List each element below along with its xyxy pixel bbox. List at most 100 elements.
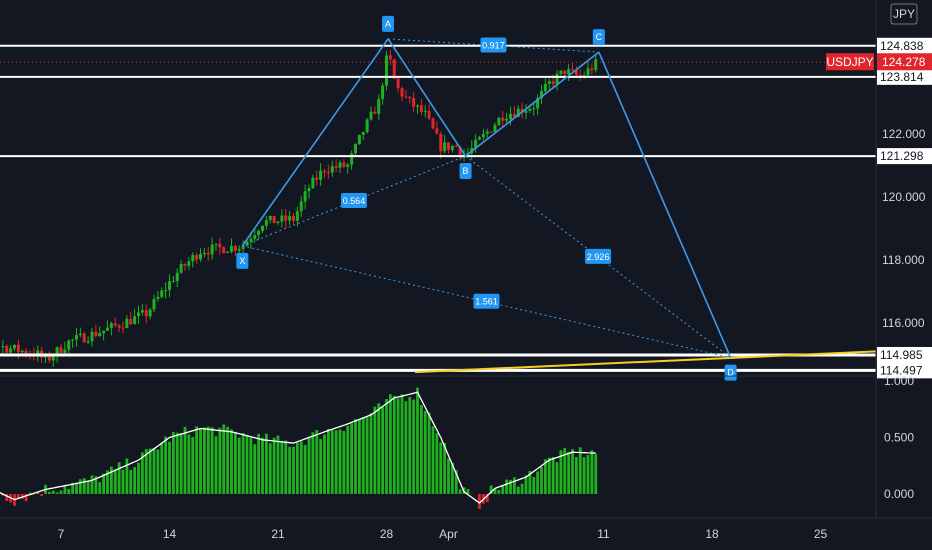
- oscillator-tick-label: 1.000: [884, 374, 914, 388]
- oscillator-bar: [218, 427, 222, 494]
- oscillator-bar: [582, 457, 586, 494]
- candle-body: [567, 69, 571, 75]
- oscillator-bar: [202, 427, 206, 494]
- oscillator-bar: [226, 426, 230, 494]
- oscillator-tick-label: 0.000: [884, 487, 914, 501]
- oscillator-bar: [237, 437, 241, 494]
- oscillator-bar: [361, 417, 365, 494]
- oscillator-bar: [40, 494, 44, 497]
- candle-body: [233, 245, 237, 251]
- oscillator-bar: [400, 394, 404, 494]
- point-label: B: [463, 166, 469, 176]
- oscillator-bar: [555, 462, 559, 494]
- candle-body: [528, 108, 532, 111]
- oscillator-bar: [257, 433, 261, 494]
- oscillator-bar: [276, 435, 280, 494]
- oscillator-bar: [160, 442, 164, 494]
- oscillator-bar: [357, 419, 361, 494]
- candle-body: [319, 170, 323, 180]
- candle-body: [187, 261, 191, 266]
- candle-body: [350, 153, 354, 165]
- oscillator-bar: [547, 457, 551, 494]
- ratio-label: 0.917: [482, 40, 505, 50]
- time-tick-label: 25: [814, 527, 828, 541]
- oscillator-bar: [326, 428, 330, 494]
- candle-body: [117, 325, 121, 328]
- candle-body: [137, 312, 140, 317]
- candle-body: [199, 253, 202, 260]
- price-tick-label: 116.000: [882, 316, 925, 330]
- oscillator-tick-label: 0.500: [884, 431, 914, 445]
- candle-body: [140, 310, 144, 313]
- oscillator-bar: [86, 481, 90, 494]
- oscillator-bar: [175, 432, 179, 494]
- oscillator-bar: [365, 417, 369, 494]
- oscillator-bar: [199, 428, 202, 494]
- oscillator-bar: [350, 423, 354, 494]
- oscillator-bar: [82, 478, 86, 494]
- level-value-label: 123.814: [880, 70, 924, 84]
- candle-body: [497, 117, 501, 126]
- candle-body: [416, 105, 419, 107]
- oscillator-bar: [419, 405, 423, 494]
- candle-body: [346, 164, 350, 167]
- oscillator-bar: [206, 426, 210, 494]
- oscillator-bar: [264, 433, 268, 494]
- oscillator-bar: [385, 399, 388, 494]
- chart-canvas[interactable]: 0.9170.5642.9261.561XABCD 122.000120.000…: [0, 0, 932, 550]
- oscillator-bar: [578, 447, 582, 494]
- oscillator-bar: [443, 443, 447, 494]
- candle-body: [334, 166, 338, 168]
- oscillator-bar: [90, 475, 94, 494]
- oscillator-bar: [567, 451, 571, 494]
- candle-body: [295, 211, 299, 221]
- oscillator-bar: [272, 437, 276, 494]
- candle-body: [357, 134, 361, 145]
- candle-body: [113, 323, 117, 326]
- candle-body: [284, 215, 288, 221]
- candle-body: [16, 344, 20, 352]
- oscillator-bar: [458, 489, 462, 494]
- level-value-label: 121.298: [880, 149, 924, 163]
- time-tick-label: 28: [380, 527, 394, 541]
- candle-body: [423, 111, 427, 113]
- ratio-label: 2.926: [587, 252, 610, 262]
- oscillator-bar: [396, 398, 400, 494]
- candle-body: [148, 309, 152, 317]
- candle-body: [261, 225, 264, 231]
- oscillator-bar: [388, 394, 392, 494]
- oscillator-bar: [447, 458, 450, 494]
- oscillator-bar: [78, 479, 82, 494]
- oscillator-bar: [586, 454, 590, 494]
- candle-body: [230, 245, 233, 252]
- candle-body: [175, 272, 179, 282]
- oscillator-bar: [536, 471, 540, 494]
- oscillator-bar: [187, 434, 191, 494]
- candle-body: [481, 133, 485, 138]
- candle-body: [377, 99, 381, 114]
- candle-body: [559, 70, 563, 74]
- oscillator-bar: [63, 486, 67, 494]
- point-label: C: [596, 32, 603, 42]
- oscillator-bar: [148, 448, 152, 494]
- candle-body: [385, 55, 388, 86]
- oscillator-bar: [210, 427, 214, 494]
- oscillator-bar: [222, 424, 226, 494]
- candle-body: [427, 111, 431, 119]
- oscillator-bar: [156, 449, 160, 494]
- price-tick-label: 118.000: [882, 253, 925, 267]
- candle-body: [586, 68, 590, 76]
- candle-body: [86, 341, 90, 343]
- candle-body: [71, 339, 75, 341]
- candle-body: [555, 73, 559, 85]
- candle-body: [571, 69, 574, 71]
- candle-body: [532, 108, 536, 110]
- candle-body: [431, 118, 435, 129]
- oscillator-bar: [423, 410, 427, 494]
- oscillator-bar: [261, 437, 264, 494]
- candle-body: [168, 281, 171, 291]
- oscillator-bar: [98, 482, 102, 494]
- symbol-badge-label: JPY: [893, 7, 915, 21]
- candle-body: [330, 166, 334, 173]
- candle-body: [369, 111, 373, 120]
